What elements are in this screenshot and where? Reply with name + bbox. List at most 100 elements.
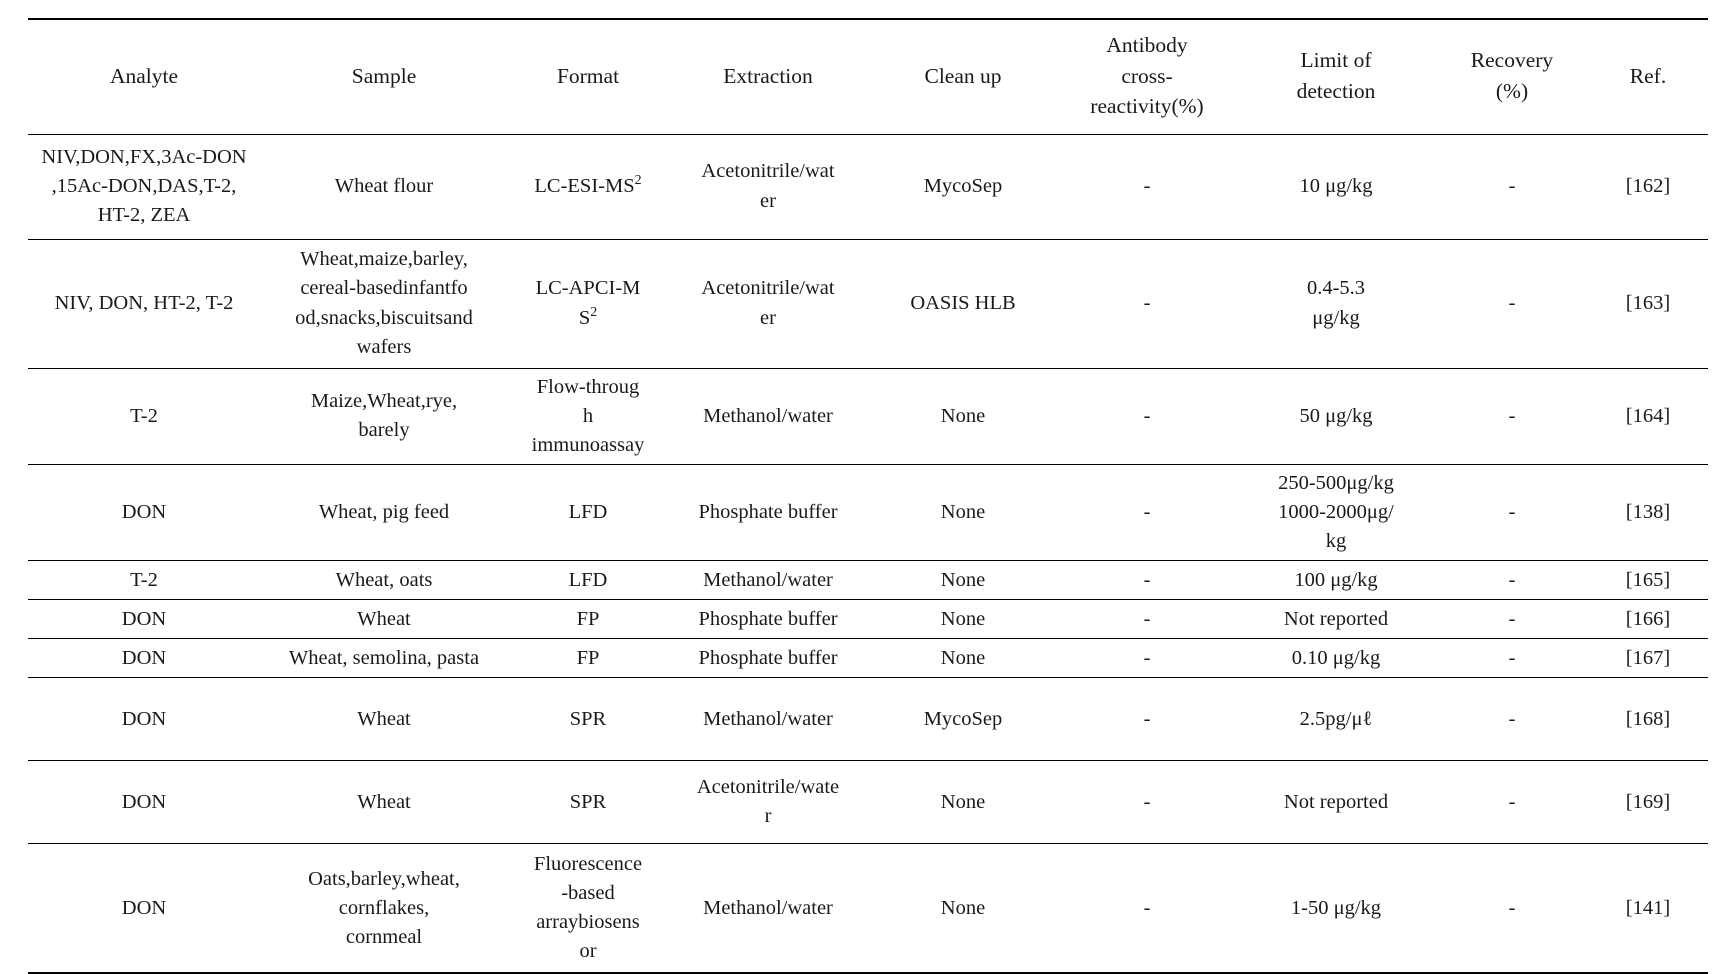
cell-text: [138]: [1625, 500, 1671, 523]
cell-recovery: -: [1436, 678, 1588, 761]
cell-text: -: [1143, 896, 1151, 919]
cell-sample: Wheat, semolina, pasta: [260, 639, 508, 678]
cell-text: [163]: [1625, 291, 1671, 314]
cell-text: DON: [121, 896, 167, 919]
cell-text: -: [1508, 646, 1516, 669]
cell-cleanup: MycoSep: [868, 134, 1058, 239]
cell-text: NIV, DON, HT-2, T-2: [54, 291, 234, 314]
cell-ref: [141]: [1588, 844, 1708, 974]
cell-ref: [168]: [1588, 678, 1708, 761]
cell-text: LC-APCI-M S2: [535, 277, 641, 329]
cell-ref: [162]: [1588, 134, 1708, 239]
cell-cleanup: OASIS HLB: [868, 239, 1058, 368]
cell-text: FP: [576, 646, 600, 669]
cell-text: 2.5pg/μℓ: [1299, 707, 1373, 730]
cell-cleanup: None: [868, 600, 1058, 639]
document-page: Analyte Sample Format Extraction Clean u…: [0, 0, 1727, 974]
table-body: NIV,DON,FX,3Ac-DON ,15Ac-DON,DAS,T-2, HT…: [28, 134, 1708, 974]
cell-text: 50 μg/kg: [1299, 404, 1373, 427]
cell-text: -: [1143, 568, 1151, 591]
table-row: DON Wheat, pig feed LFD Phosphate buffer Non…: [28, 464, 1708, 561]
table-row: DON Oats,barley,wheat, cornflakes, cornme…: [28, 844, 1708, 974]
cell-text: Oats,barley,wheat, cornflakes, cornmeal: [308, 867, 460, 948]
cell-text: None: [940, 790, 986, 813]
cell-extraction: Methanol/water: [668, 678, 868, 761]
cell-cross: -: [1058, 561, 1236, 600]
cell-text: Wheat: [357, 607, 411, 630]
cell-text: Wheat: [357, 707, 411, 730]
cell-lod: 0.10 μg/kg: [1236, 639, 1436, 678]
cell-sample: Maize,Wheat,rye, barely: [260, 368, 508, 464]
cell-analyte: DON: [28, 639, 260, 678]
cell-lod: 250-500μg/kg 1000-2000μg/ kg: [1236, 464, 1436, 560]
cell-text: Methanol/water: [703, 404, 833, 427]
cell-recovery: -: [1436, 239, 1588, 368]
table-row: NIV, DON, HT-2, T-2 Wheat,maize,barley, c…: [28, 239, 1708, 369]
column-header-sample: Sample: [351, 63, 417, 88]
cell-cross: -: [1058, 639, 1236, 678]
cell-format: LFD: [508, 561, 668, 600]
cell-format: Flow-throug h immunoassay: [508, 368, 668, 464]
cell-format: LC-APCI-M S2: [508, 239, 668, 368]
cell-text: Acetonitrile/wate r: [696, 776, 840, 828]
column-header-ref: Ref.: [1629, 63, 1667, 88]
cell-text: None: [940, 500, 986, 523]
table-row: T-2 Wheat, oats LFD Methanol/water None - 100 …: [28, 561, 1708, 600]
cell-extraction: Acetonitrile/wate r: [668, 761, 868, 844]
cell-lod: 100 μg/kg: [1236, 561, 1436, 600]
cell-text: Wheat, pig feed: [318, 500, 450, 523]
cell-ref: [138]: [1588, 464, 1708, 560]
cell-text: T-2: [130, 404, 158, 427]
cell-text: [165]: [1625, 568, 1671, 591]
cell-cleanup: None: [868, 761, 1058, 844]
cell-text: Methanol/water: [703, 568, 833, 591]
column-header-limit-of-detection: Limit of detection: [1296, 48, 1376, 103]
cell-text: -: [1508, 896, 1516, 919]
cell-text: -: [1143, 174, 1151, 197]
cell-text: Wheat flour: [334, 174, 434, 197]
cell-text: Acetonitrile/wat er: [701, 160, 835, 212]
cell-analyte: DON: [28, 464, 260, 560]
cell-text: Flow-throug h immunoassay: [531, 375, 645, 456]
cell-format: SPR: [508, 678, 668, 761]
cell-extraction: Acetonitrile/wat er: [668, 134, 868, 239]
column-header-recovery: Recovery (%): [1470, 48, 1554, 103]
cell-ref: [164]: [1588, 368, 1708, 464]
column-header-cleanup: Clean up: [924, 63, 1002, 88]
table-row: NIV,DON,FX,3Ac-DON ,15Ac-DON,DAS,T-2, HT…: [28, 134, 1708, 240]
cell-cross: -: [1058, 761, 1236, 844]
table-row: DON Wheat SPR Acetonitrile/wate r None - Not r…: [28, 761, 1708, 844]
cell-format: LC-ESI-MS2: [508, 134, 668, 239]
cell-cross: -: [1058, 844, 1236, 974]
cell-extraction: Phosphate buffer: [668, 600, 868, 639]
cell-recovery: -: [1436, 600, 1588, 639]
cell-text: [169]: [1625, 790, 1671, 813]
cell-text: -: [1508, 707, 1516, 730]
cell-text: -: [1508, 607, 1516, 630]
cell-recovery: -: [1436, 561, 1588, 600]
cell-text: Methanol/water: [703, 707, 833, 730]
cell-text: [141]: [1625, 896, 1671, 919]
cell-text: MycoSep: [923, 174, 1003, 197]
cell-ref: [167]: [1588, 639, 1708, 678]
cell-text: Not reported: [1283, 790, 1389, 813]
cell-text: -: [1508, 790, 1516, 813]
cell-recovery: -: [1436, 368, 1588, 464]
cell-format: FP: [508, 600, 668, 639]
cell-cleanup: None: [868, 464, 1058, 560]
cell-text: -: [1508, 174, 1516, 197]
cell-text: -: [1143, 607, 1151, 630]
cell-format: SPR: [508, 761, 668, 844]
cell-sample: Wheat flour: [260, 134, 508, 239]
cell-text: -: [1143, 404, 1151, 427]
cell-text: [164]: [1625, 404, 1671, 427]
cell-text: 0.10 μg/kg: [1291, 646, 1381, 669]
cell-text: SPR: [569, 707, 607, 730]
cell-extraction: Phosphate buffer: [668, 639, 868, 678]
cell-cleanup: None: [868, 844, 1058, 974]
cell-text: -: [1508, 500, 1516, 523]
cell-cross: -: [1058, 368, 1236, 464]
cell-text: Wheat: [357, 790, 411, 813]
cell-cleanup: None: [868, 561, 1058, 600]
cell-ref: [166]: [1588, 600, 1708, 639]
